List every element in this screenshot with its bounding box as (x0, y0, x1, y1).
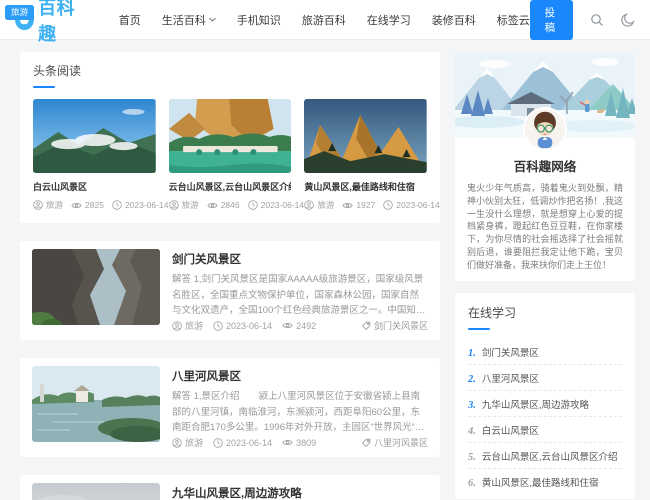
user-icon (168, 200, 179, 210)
article-body: 剑门关风景区 解答 1,剑门关风景区是国家AAAAA级旅游景区，国家级风景名胜区… (172, 249, 428, 332)
article-row-balihe[interactable]: 八里河风景区 解答 1,景区介绍 颍上八里河风景区位于安徽省颍上县南部的八里河镇… (20, 358, 440, 457)
navbar-actions: 投 稿 (529, 0, 635, 40)
submit-post-button[interactable]: 投 稿 (529, 0, 573, 40)
article-image-jianmenguan (32, 249, 160, 325)
headline-section-title: 头条阅读 (33, 64, 82, 78)
article-date: 2023-06-14 (213, 321, 272, 331)
learning-list: 1. 剑门关风景区 2. 八里河风景区 3. 九华山风景区,周边游攻略 4. 白… (468, 339, 622, 494)
card-date: 2023-06-14 (383, 200, 440, 210)
article-excerpt: 解答 1,景区介绍 颍上八里河风景区位于安徽省颍上县南部的八里河镇，南临淮河，东… (172, 391, 425, 434)
headline-section: 头条阅读 白云山风景区 旅游 2825 2023-06-14 云台山风景区,云台… (5, 5, 440, 223)
chevron-down-icon (208, 17, 216, 22)
headline-card-yuntaishan[interactable]: 旅游 云台山风景区,云台山风景区介绍 旅游 2846 (5, 5, 304, 211)
card-meta: 旅游 2846 2023-06-14 (168, 199, 304, 211)
profile-avatar[interactable] (523, 107, 567, 151)
search-icon[interactable] (590, 13, 604, 27)
eye-icon (342, 202, 353, 208)
dark-mode-moon-icon[interactable] (621, 12, 635, 27)
user-icon (172, 437, 182, 448)
nav-item-travel[interactable]: 旅游百科 (302, 12, 346, 28)
article-body: 九华山风景区,周边游攻略 解答 1,九华山风景区位于中国安徽省，西北隔长江与天柱… (172, 483, 428, 500)
navbar: 百科趣 首页 生活百科 手机知识 旅游百科 在线学习 装修百科 标签云 投 稿 (0, 0, 650, 44)
card-tag-badge[interactable]: 旅游 (5, 5, 35, 20)
nav-item-phone[interactable]: 手机知识 (237, 12, 281, 28)
article-title[interactable]: 九华山风景区,周边游攻略 (172, 485, 428, 500)
article-image-balihe (32, 366, 160, 442)
learning-item[interactable]: 4. 白云山风景区 (468, 417, 622, 444)
card-image-yuntaishan (168, 99, 292, 173)
main-nav: 首页 生活百科 手机知识 旅游百科 在线学习 装修百科 标签云 (119, 12, 530, 28)
article-meta: 旅游 2023-06-14 2492 剑门关风景区 (172, 319, 428, 332)
card-meta: 旅游 2825 2023-06-14 (33, 199, 168, 211)
headline-card-baiyunshan[interactable]: 旅游 白云山风景区 旅游 2825 2023-06-1 (5, 5, 168, 211)
card-author[interactable]: 旅游 (168, 199, 199, 211)
article-title[interactable]: 剑门关风景区 (172, 251, 428, 267)
article-tag-link[interactable]: 八里河风景区 (361, 436, 428, 449)
article-row-jianmenguan[interactable]: 剑门关风景区 解答 1,剑门关风景区是国家AAAAA级旅游景区，国家级风景名胜区… (20, 241, 440, 340)
card-author[interactable]: 旅游 (33, 199, 63, 211)
logo-text: 百科趣 (38, 0, 76, 44)
nav-item-learning[interactable]: 在线学习 (367, 12, 411, 28)
nav-item-life[interactable]: 生活百科 (162, 12, 216, 28)
user-icon (304, 200, 315, 210)
profile-name: 百科趣网络 (513, 160, 577, 174)
page-body: 头条阅读 白云山风景区 旅游 2825 2023-06-14 云台山风景区,云台… (0, 5, 650, 500)
article-date: 2023-06-14 (213, 438, 272, 448)
user-icon (33, 200, 43, 210)
nav-item-home[interactable]: 首页 (119, 12, 141, 28)
article-views: 2492 (282, 321, 316, 331)
profile-card: 百科趣网络 鬼火少年气质高，骑着鬼火到处飘，精神小伙别太狂，低调炒作把名扬！,我… (455, 52, 635, 282)
learning-item[interactable]: 2. 八里河风景区 (468, 365, 622, 392)
card-views: 2846 (207, 200, 240, 210)
clock-icon (383, 200, 394, 210)
clock-icon (213, 320, 223, 331)
article-body: 八里河风景区 解答 1,景区介绍 颍上八里河风景区位于安徽省颍上县南部的八里河镇… (172, 366, 428, 449)
learning-item[interactable]: 6. 黄山风景区,最佳路线和住宿 (468, 469, 622, 494)
learning-widget: 在线学习 1. 剑门关风景区 2. 八里河风景区 3. 九华山风景区,周边游攻略… (455, 293, 635, 500)
card-title[interactable]: 黄山风景区,最佳路线和住宿 (304, 180, 427, 193)
article-row-jiuhuashan[interactable]: 九华山风景区,周边游攻略 解答 1,九华山风景区位于中国安徽省，西北隔长江与天柱… (20, 475, 440, 500)
learning-item[interactable]: 3. 九华山风景区,周边游攻略 (468, 391, 622, 418)
nav-item-decor[interactable]: 装修百科 (432, 12, 476, 28)
article-meta: 旅游 2023-06-14 3809 八里河风景区 (172, 436, 428, 449)
sidebar: 百科趣网络 鬼火少年气质高，骑着鬼火到处飘，精神小伙别太狂，低调炒作把名扬！,我… (455, 52, 635, 500)
clock-icon (247, 200, 258, 210)
tag-icon (361, 321, 371, 330)
eye-icon (282, 439, 293, 446)
article-image-jiuhuashan (32, 483, 160, 500)
learning-item[interactable]: 1. 剑门关风景区 (468, 339, 622, 366)
learning-widget-title: 在线学习 (468, 306, 517, 321)
article-views: 3809 (282, 438, 316, 448)
eye-icon (282, 322, 293, 329)
card-views: 2825 (71, 200, 104, 210)
section-accent-bar (468, 328, 490, 331)
headline-cards: 旅游 白云山风景区 旅游 2825 2023-06-1 (5, 5, 440, 211)
main-column: 头条阅读 白云山风景区 旅游 2825 2023-06-14 云台山风景区,云台… (5, 5, 440, 500)
article-title[interactable]: 八里河风景区 (172, 368, 428, 384)
card-image-huangshan (304, 99, 428, 173)
card-author[interactable]: 旅游 (304, 199, 334, 211)
article-author[interactable]: 旅游 (172, 319, 203, 332)
article-excerpt: 解答 1,剑门关风景区是国家AAAAA级旅游景区，国家级风景名胜区，全国重点文物… (172, 274, 426, 317)
tag-icon (361, 438, 371, 447)
card-image-baiyunshan (33, 99, 156, 173)
user-icon (172, 320, 182, 331)
eye-icon (207, 202, 218, 208)
learning-item[interactable]: 5. 云台山风景区,云台山风景区介绍 (468, 443, 622, 470)
clock-icon (213, 437, 223, 448)
section-accent-bar (33, 86, 55, 88)
headline-card-huangshan[interactable]: 旅游 黄山风景区,最佳路线和住宿 旅游 1927 2023-06-14 (5, 5, 440, 211)
clock-icon (112, 200, 122, 210)
card-date: 2023-06-14 (247, 200, 304, 210)
card-date: 2023-06-14 (112, 200, 168, 210)
card-views: 1927 (342, 200, 375, 210)
card-title[interactable]: 白云山风景区 (33, 180, 156, 193)
eye-icon (71, 202, 82, 208)
card-meta: 旅游 1927 2023-06-14 (304, 199, 440, 211)
profile-bio: 鬼火少年气质高，骑着鬼火到处飘，精神小伙别太狂，低调炒作把名扬！,我这一生没什么… (467, 183, 623, 270)
article-author[interactable]: 旅游 (172, 436, 203, 449)
article-tag-link[interactable]: 剑门关风景区 (361, 319, 428, 332)
nav-item-tags[interactable]: 标签云 (497, 12, 530, 28)
card-title[interactable]: 云台山风景区,云台山风景区介绍 (169, 180, 292, 193)
